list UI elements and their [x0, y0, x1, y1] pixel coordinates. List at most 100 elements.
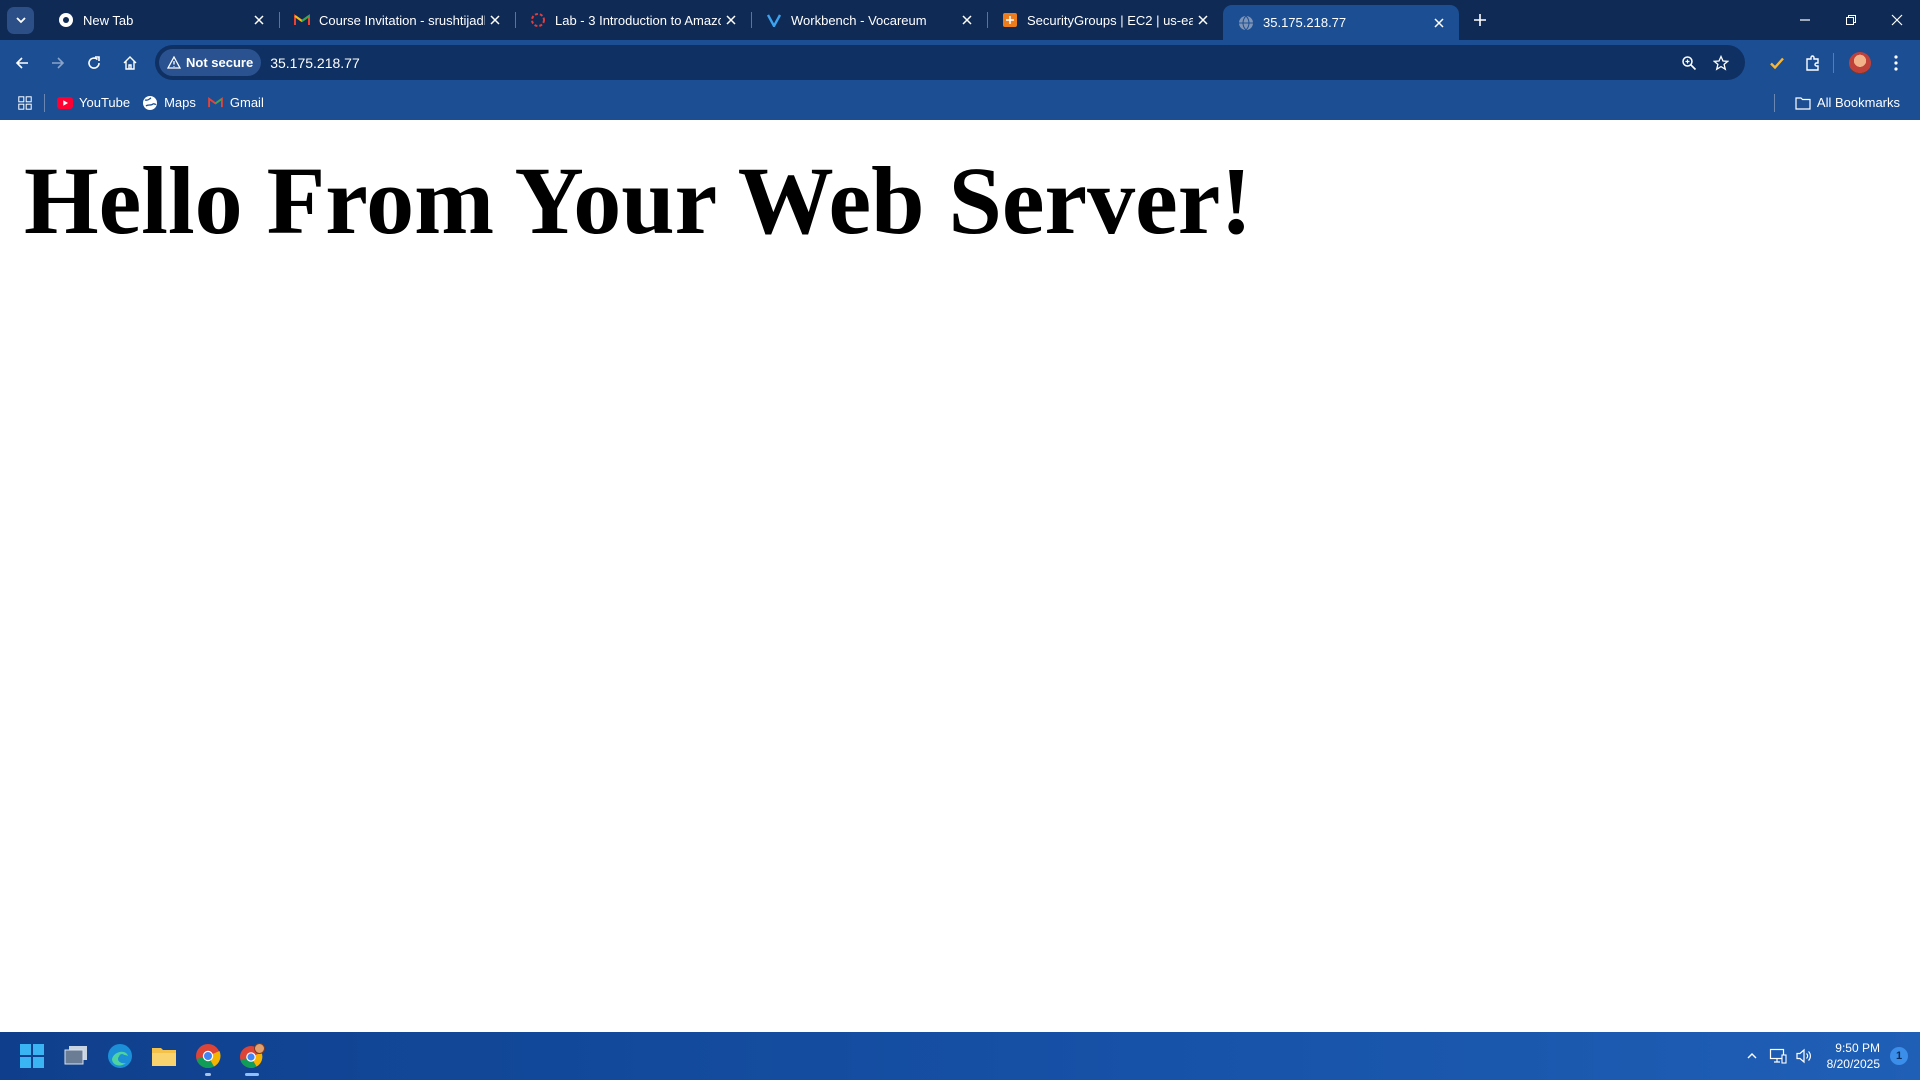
- all-bookmarks-group: All Bookmarks: [1768, 85, 1906, 120]
- toolbar-divider: [1833, 52, 1834, 73]
- address-bar[interactable]: Not secure 35.175.218.77: [155, 45, 1745, 80]
- puzzle-icon: [1806, 54, 1819, 71]
- tab-list: New Tab Course Invitation - srushtijadha…: [43, 0, 1459, 40]
- bookmark-gmail[interactable]: Gmail: [202, 89, 270, 117]
- tab-workbench[interactable]: Workbench - Vocareum: [751, 0, 987, 40]
- reload-button[interactable]: [76, 45, 112, 81]
- web-page: Hello From Your Web Server!: [0, 120, 1920, 1032]
- file-explorer-icon: [152, 1048, 176, 1066]
- file-explorer-button[interactable]: [142, 1034, 186, 1078]
- tab-web-server[interactable]: 35.175.218.77: [1223, 5, 1459, 40]
- reload-icon: [88, 55, 100, 69]
- toolbar-actions: [1759, 40, 1920, 85]
- tab-strip: New Tab Course Invitation - srushtijadha…: [0, 0, 1920, 40]
- bookmark-youtube[interactable]: YouTube: [51, 89, 136, 117]
- clock-date: 8/20/2025: [1826, 1057, 1880, 1071]
- menu-button[interactable]: [1878, 45, 1914, 81]
- bookmark-label: Gmail: [229, 95, 264, 110]
- tab-new-tab[interactable]: New Tab: [43, 0, 279, 40]
- security-label: Not secure: [186, 55, 254, 70]
- clock-time: 9:50 PM: [1835, 1041, 1880, 1055]
- loading-icon: [530, 12, 546, 28]
- bookmark-star-button[interactable]: [1705, 47, 1737, 79]
- edge-button[interactable]: [98, 1034, 142, 1078]
- tab-title: 35.175.218.77: [1263, 15, 1347, 30]
- notification-badge[interactable]: 1: [1890, 1047, 1908, 1065]
- minimize-button[interactable]: [1782, 0, 1828, 40]
- address-bar-actions: [1673, 45, 1737, 80]
- apps-grid-icon: [18, 95, 32, 110]
- system-tray: 9:50 PM 8/20/2025 1: [1739, 1032, 1920, 1080]
- close-window-button[interactable]: [1874, 0, 1920, 40]
- zoom-icon: [1682, 55, 1697, 70]
- warning-icon: [167, 56, 181, 69]
- close-icon[interactable]: [957, 10, 977, 30]
- home-icon: [123, 55, 137, 70]
- minimize-icon: [1800, 19, 1810, 21]
- security-chip[interactable]: Not secure: [159, 49, 262, 76]
- home-button[interactable]: [112, 45, 148, 81]
- window-controls: [1782, 0, 1920, 40]
- restore-button[interactable]: [1828, 0, 1874, 40]
- star-icon: [1713, 54, 1729, 71]
- tab-title: Course Invitation - srushtijadhav: [319, 12, 485, 28]
- start-button[interactable]: [10, 1034, 54, 1078]
- vocareum-icon: [766, 12, 782, 28]
- close-icon[interactable]: [249, 10, 269, 30]
- task-view-button[interactable]: [54, 1034, 98, 1078]
- back-button[interactable]: [4, 45, 40, 81]
- gmail-icon: [294, 12, 310, 28]
- folder-icon: [1795, 95, 1811, 111]
- zoom-button[interactable]: [1673, 47, 1705, 79]
- browser-toolbar: Not secure 35.175.218.77: [0, 40, 1920, 85]
- tab-security-groups[interactable]: SecurityGroups | EC2 | us-east-1: [987, 0, 1223, 40]
- tab-lab-3[interactable]: Lab - 3 Introduction to Amazon: [515, 0, 751, 40]
- network-icon: [1769, 1048, 1787, 1064]
- chrome-profile-icon: [240, 1043, 265, 1068]
- globe-icon: [1238, 15, 1254, 31]
- arrow-right-icon: [52, 56, 65, 69]
- profile-button[interactable]: [1842, 45, 1878, 81]
- url-text[interactable]: 35.175.218.77: [270, 55, 360, 71]
- bookmarks-divider: [1773, 93, 1775, 112]
- close-icon: [1891, 14, 1903, 26]
- tab-title: SecurityGroups | EC2 | us-east-1: [1027, 12, 1193, 28]
- tab-search-button[interactable]: [7, 6, 34, 34]
- chrome-button[interactable]: [186, 1034, 230, 1078]
- aws-icon: [1002, 12, 1018, 28]
- restore-icon: [1846, 15, 1856, 25]
- all-bookmarks-label: All Bookmarks: [1816, 95, 1900, 110]
- plus-icon: [1474, 14, 1486, 26]
- tab-course-invitation[interactable]: Course Invitation - srushtijadhav: [279, 0, 515, 40]
- avatar: [1849, 51, 1871, 74]
- extensions-button[interactable]: [1795, 45, 1831, 81]
- extension-check-button[interactable]: [1759, 45, 1795, 81]
- checkmark-icon: [1770, 57, 1784, 69]
- tab-title: Workbench - Vocareum: [791, 12, 927, 28]
- windows-start-icon: [20, 1044, 44, 1068]
- volume-button[interactable]: [1791, 1040, 1817, 1072]
- youtube-icon: [57, 95, 73, 111]
- new-tab-button[interactable]: [1465, 5, 1495, 35]
- close-icon[interactable]: [1193, 10, 1213, 30]
- forward-button[interactable]: [40, 45, 76, 81]
- chrome-profile-button[interactable]: [230, 1034, 274, 1078]
- all-bookmarks-button[interactable]: All Bookmarks: [1789, 89, 1906, 117]
- bookmarks-divider: [44, 93, 45, 112]
- network-button[interactable]: [1765, 1040, 1791, 1072]
- task-view-icon: [64, 1046, 87, 1065]
- bookmark-maps[interactable]: Maps: [136, 89, 202, 117]
- close-icon[interactable]: [721, 10, 741, 30]
- taskbar-clock[interactable]: 9:50 PM 8/20/2025: [1827, 1040, 1880, 1072]
- close-icon[interactable]: [485, 10, 505, 30]
- apps-button[interactable]: [12, 89, 38, 117]
- page-heading: Hello From Your Web Server!: [24, 147, 1253, 254]
- close-icon[interactable]: [1429, 13, 1449, 33]
- edge-icon: [108, 1044, 132, 1068]
- chrome-icon: [58, 12, 74, 28]
- tab-title: New Tab: [83, 12, 134, 28]
- show-hidden-icons-button[interactable]: [1739, 1040, 1765, 1072]
- bookmark-label: Maps: [164, 95, 196, 110]
- chevron-up-icon: [1747, 1053, 1757, 1059]
- gmail-icon: [208, 95, 224, 111]
